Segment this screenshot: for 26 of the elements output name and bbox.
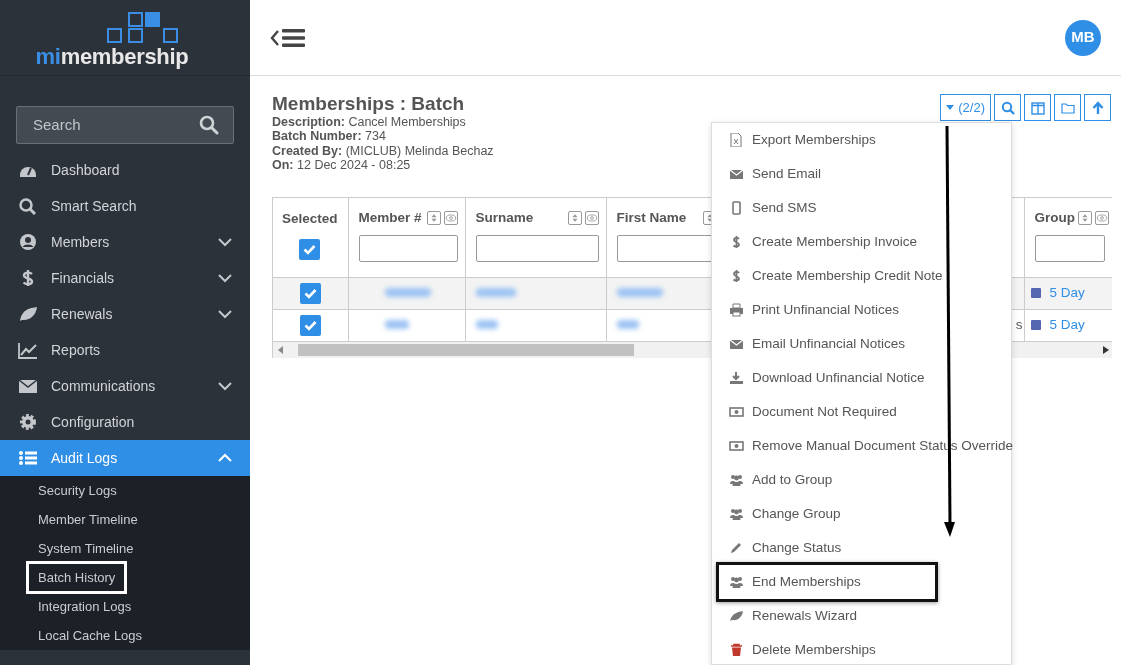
sidebar-item[interactable]: Members: [0, 224, 250, 260]
column-header: First Name: [616, 208, 687, 227]
selection-dropdown-button[interactable]: (2/2): [940, 94, 991, 121]
search-box[interactable]: Search: [16, 106, 234, 144]
sidebar-item[interactable]: Renewals: [0, 296, 250, 332]
page-title: Memberships : Batch: [272, 94, 466, 115]
logo-text: mimembership: [35, 46, 189, 68]
sidebar-item[interactable]: Communications: [0, 368, 250, 404]
sidebar-item[interactable]: Reports: [0, 332, 250, 368]
column-header: Surname: [475, 208, 534, 227]
table-cell: s: [1015, 317, 1023, 333]
sidebar-item[interactable]: Smart Search: [0, 188, 250, 224]
column-header: Group: [1034, 208, 1075, 227]
column-header: Selected: [281, 209, 339, 228]
sidebar-subitem[interactable]: Batch History: [26, 560, 128, 595]
sidebar-item[interactable]: Financials: [0, 260, 250, 296]
column-header: Member #: [358, 208, 422, 227]
detail-line: On: 12 Dec 2024 - 08:25: [272, 158, 412, 173]
sidebar-item[interactable]: Dashboard: [0, 152, 250, 188]
sidebar-item[interactable]: Configuration: [0, 404, 250, 440]
detail-line: Created By: (MICLUB) Melinda Bechaz: [272, 143, 494, 159]
group-link[interactable]: 5 Day: [1049, 317, 1085, 333]
search-field[interactable]: Search: [31, 112, 199, 138]
menu-item[interactable]: End Memberships: [716, 562, 938, 602]
detail-line: Batch Number: 734: [272, 129, 387, 144]
detail-line: Description: Cancel Memberships: [272, 114, 467, 130]
